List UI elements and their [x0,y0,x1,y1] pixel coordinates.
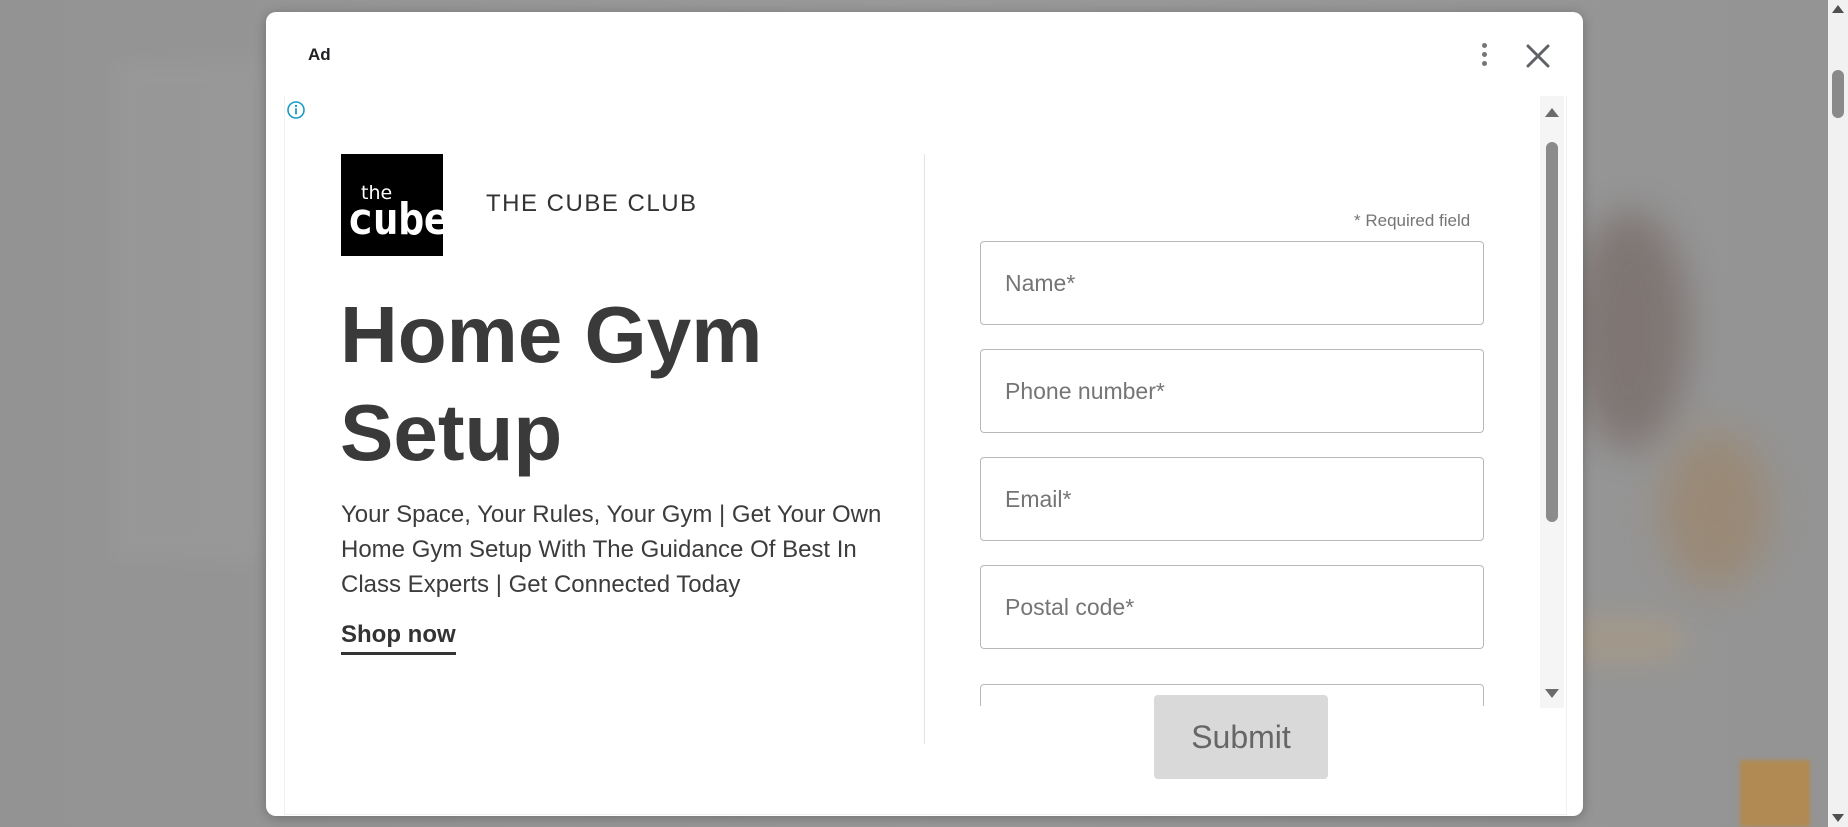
close-icon[interactable] [1522,40,1554,72]
background-image [1570,210,1690,450]
background-image [1740,760,1810,827]
scroll-up-arrow-icon[interactable] [1545,108,1559,117]
phone-field[interactable] [980,349,1484,433]
email-field[interactable] [980,457,1484,541]
scroll-down-arrow-icon[interactable] [1832,814,1844,822]
ad-dialog: Ad the cube THE CUBE CLUB Home Gym Setup… [266,12,1583,816]
info-icon[interactable] [286,100,306,120]
advertiser-logo[interactable]: the cube [341,154,450,256]
more-vert-icon[interactable] [1474,40,1494,70]
logo-text-large: cube [347,194,450,245]
phone-input[interactable] [981,350,1483,432]
email-input[interactable] [981,458,1483,540]
postal-code-input[interactable] [981,566,1483,648]
form-scrollbar[interactable] [1540,96,1564,708]
column-divider [924,154,925,744]
name-field[interactable] [980,241,1484,325]
shop-now-link[interactable]: Shop now [341,621,456,655]
required-field-note: * Required field [1354,211,1471,230]
postal-code-field[interactable] [980,565,1484,649]
scroll-down-arrow-icon[interactable] [1545,689,1559,698]
advertiser-name[interactable]: THE CUBE CLUB [486,190,698,218]
background-blur [110,60,270,560]
name-input[interactable] [981,242,1483,324]
page-scrollbar[interactable] [1828,0,1848,827]
ad-headline[interactable]: Home Gym Setup [340,286,900,482]
submit-button[interactable]: Submit [1154,695,1328,779]
scrollbar-thumb[interactable] [1546,142,1558,522]
scrollbar-thumb[interactable] [1832,70,1844,118]
scroll-up-arrow-icon[interactable] [1832,5,1844,13]
ad-label: Ad [308,45,331,64]
background-image [1660,430,1770,590]
ad-description: Your Space, Your Rules, Your Gym | Get Y… [341,501,882,598]
